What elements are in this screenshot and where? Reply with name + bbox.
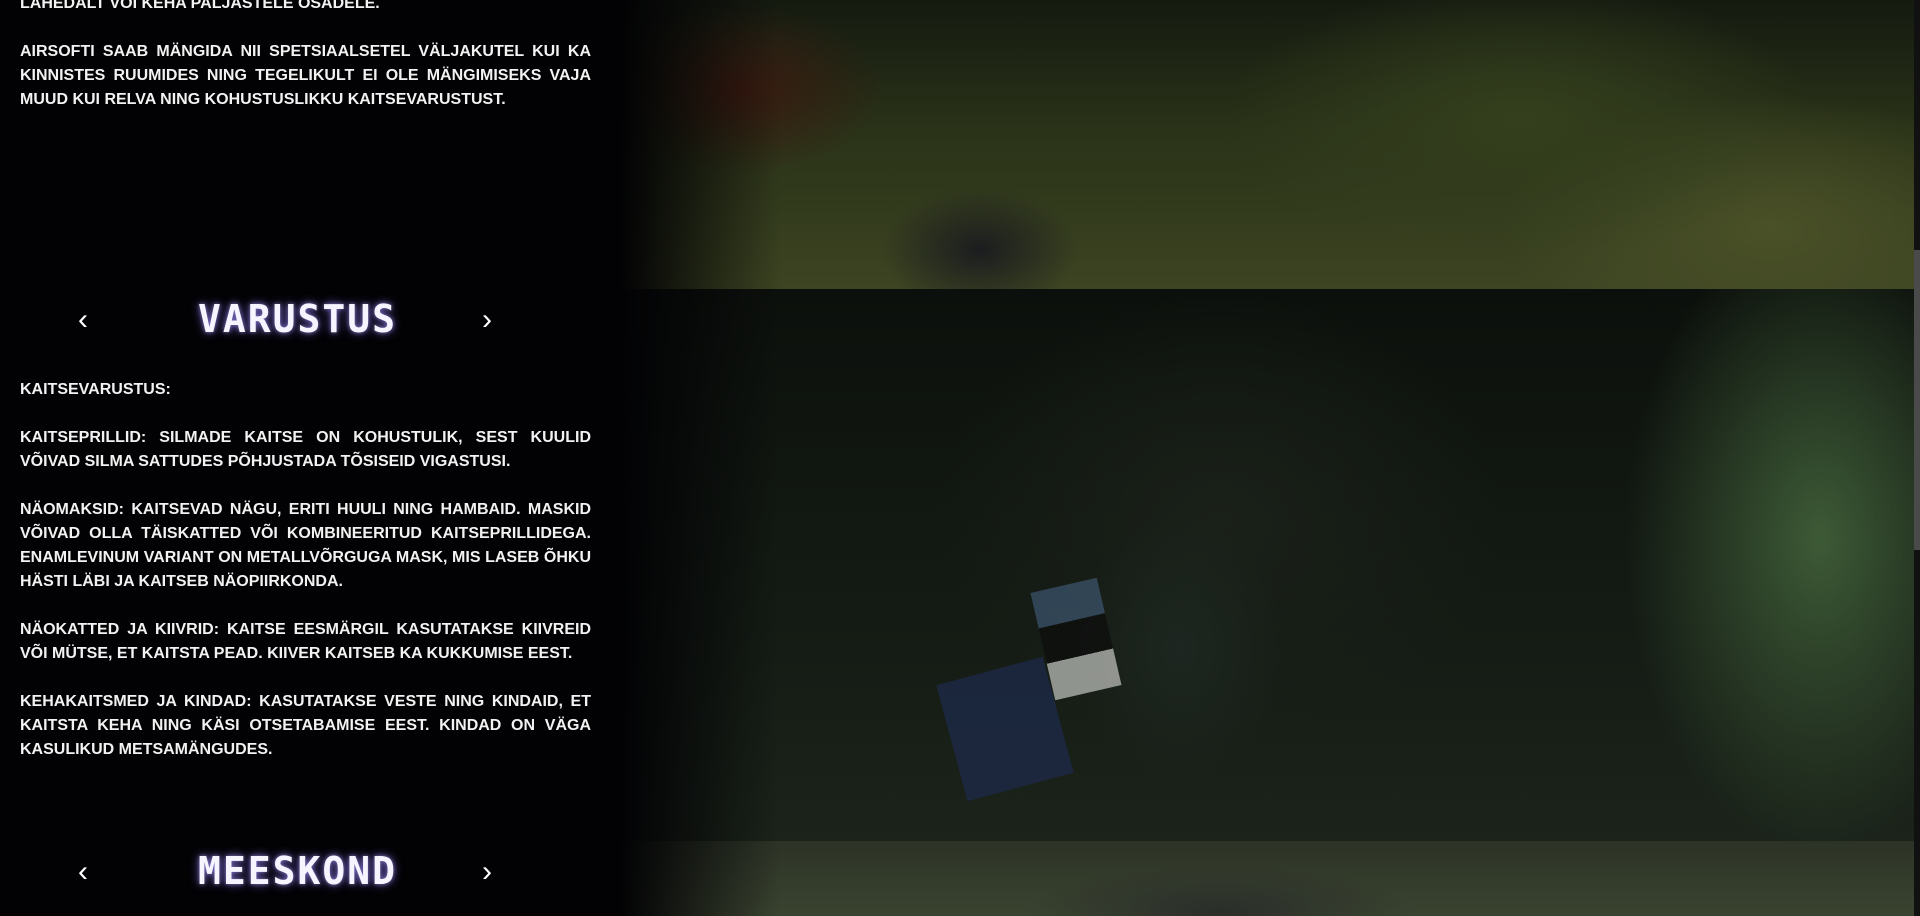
scrollbar-thumb[interactable] xyxy=(1914,250,1920,550)
varustus-paragraph: Kaitsevarustus: xyxy=(20,381,171,398)
varustus-text: Kaitsevarustus: Kaitseprillid: Silmade k… xyxy=(20,378,591,786)
intro-section: Lähedalt või keha paljastele osadele. Ai… xyxy=(0,0,1920,289)
meeskond-prev-arrow-icon[interactable]: ‹ xyxy=(78,855,88,889)
varustus-prev-arrow-icon[interactable]: ‹ xyxy=(78,303,88,337)
page-scrollbar[interactable] xyxy=(1914,0,1920,916)
team-photo xyxy=(620,841,1920,916)
varustus-paragraph: Kehakaitsmed ja kindad: Kasutatakse vest… xyxy=(20,693,591,758)
varustus-section: ‹ VARUSTUS › Kaitsevarustus: Kaitseprill… xyxy=(0,289,1920,841)
varustus-paragraph: Kaitseprillid: Silmade kaitse on kohustu… xyxy=(20,429,591,470)
airsoft-rifle-photo xyxy=(620,0,1920,289)
meeskond-heading-row: ‹ MEESKOND › xyxy=(0,841,620,905)
meeskond-section: ‹ MEESKOND › xyxy=(0,841,1920,916)
intro-text: Lähedalt või keha paljastele osadele. Ai… xyxy=(20,0,591,136)
varustus-paragraph: Näokatted ja kiivrid: Kaitse eesmärgil k… xyxy=(20,621,591,662)
intro-paragraph: Airsofti saab mängida nii spetsiaalsetel… xyxy=(20,43,591,108)
meeskond-next-arrow-icon[interactable]: › xyxy=(482,855,492,889)
varustus-heading-row: ‹ VARUSTUS › xyxy=(0,289,620,353)
varustus-title: VARUSTUS xyxy=(198,297,398,341)
varustus-next-arrow-icon[interactable]: › xyxy=(482,303,492,337)
varustus-paragraph: Näomaksid: Kaitsevad nägu, eriti huuli n… xyxy=(20,501,591,590)
intro-paragraph: Lähedalt või keha paljastele osadele. xyxy=(20,0,380,12)
soldier-photo xyxy=(620,289,1920,841)
meeskond-title: MEESKOND xyxy=(198,849,398,893)
